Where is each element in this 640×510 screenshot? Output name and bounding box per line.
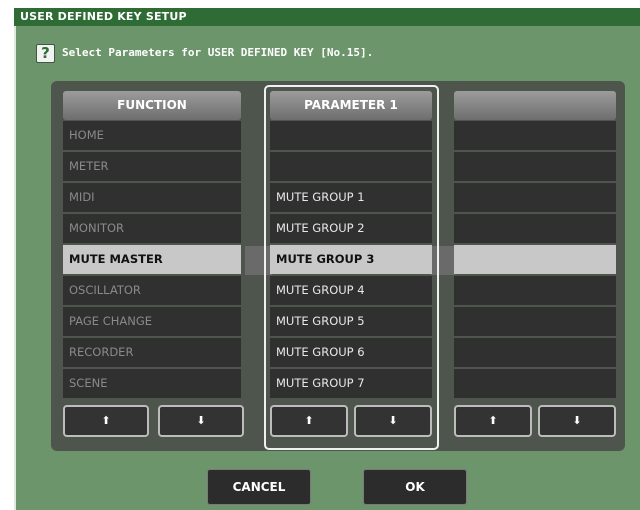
window-title: USER DEFINED KEY SETUP [20, 10, 187, 23]
function-list: HOME METER MIDI MONITOR MUTE MASTER OSCI… [63, 121, 241, 400]
parameter1-item-mute-group-3[interactable]: MUTE GROUP 3 [270, 245, 432, 274]
parameter2-item[interactable] [454, 183, 616, 212]
function-item-oscillator[interactable]: OSCILLATOR [63, 276, 241, 305]
function-item-monitor[interactable]: MONITOR [63, 214, 241, 243]
parameter1-item-mute-group-4[interactable]: MUTE GROUP 4 [270, 276, 432, 305]
parameter1-item-mute-group-6[interactable]: MUTE GROUP 6 [270, 338, 432, 367]
title-bar: USER DEFINED KEY SETUP [14, 8, 640, 26]
instruction-text: Select Parameters for USER DEFINED KEY [… [62, 46, 374, 59]
arrow-up-icon: ⬆ [304, 414, 314, 427]
parameter1-header: PARAMETER 1 [270, 91, 432, 120]
parameter2-item[interactable] [454, 214, 616, 243]
parameter1-item-mute-group-2[interactable]: MUTE GROUP 2 [270, 214, 432, 243]
parameter1-item[interactable] [270, 121, 432, 150]
parameter2-header [454, 91, 616, 120]
parameter2-item-selected[interactable] [454, 245, 616, 274]
arrow-down-icon: ⬇ [196, 414, 206, 427]
parameter2-list [454, 121, 616, 400]
parameter2-scroll-down-button[interactable]: ⬇ [538, 405, 616, 437]
help-question-icon: ? [36, 44, 55, 63]
parameter1-scroll-up-button[interactable]: ⬆ [270, 405, 348, 437]
arrow-down-icon: ⬇ [572, 414, 582, 427]
parameter2-item[interactable] [454, 152, 616, 181]
parameter1-item-mute-group-7[interactable]: MUTE GROUP 7 [270, 369, 432, 398]
parameter1-item-mute-group-5[interactable]: MUTE GROUP 5 [270, 307, 432, 336]
ok-button[interactable]: OK [363, 469, 467, 505]
function-item-page-change[interactable]: PAGE CHANGE [63, 307, 241, 336]
parameter1-item-mute-group-1[interactable]: MUTE GROUP 1 [270, 183, 432, 212]
arrow-down-icon: ⬇ [388, 414, 398, 427]
function-item-midi[interactable]: MIDI [63, 183, 241, 212]
parameter2-scroll-up-button[interactable]: ⬆ [454, 405, 532, 437]
parameter2-item[interactable] [454, 276, 616, 305]
function-scroll-down-button[interactable]: ⬇ [158, 405, 244, 437]
function-scroll-up-button[interactable]: ⬆ [63, 405, 149, 437]
selection-connector [431, 246, 455, 275]
function-item-scene[interactable]: SCENE [63, 369, 241, 398]
parameter1-list: MUTE GROUP 1 MUTE GROUP 2 MUTE GROUP 3 M… [270, 121, 432, 400]
parameter2-item[interactable] [454, 338, 616, 367]
cancel-button[interactable]: CANCEL [207, 469, 311, 505]
arrow-up-icon: ⬆ [101, 414, 111, 427]
window-left-border [14, 26, 16, 510]
function-item-recorder[interactable]: RECORDER [63, 338, 241, 367]
arrow-up-icon: ⬆ [488, 414, 498, 427]
selection-connector [245, 246, 272, 275]
function-header: FUNCTION [63, 91, 241, 120]
function-item-mute-master[interactable]: MUTE MASTER [63, 245, 241, 274]
function-item-home[interactable]: HOME [63, 121, 241, 150]
parameter2-item[interactable] [454, 121, 616, 150]
parameter1-item[interactable] [270, 152, 432, 181]
parameter2-item[interactable] [454, 369, 616, 398]
parameter2-item[interactable] [454, 307, 616, 336]
function-item-meter[interactable]: METER [63, 152, 241, 181]
parameter1-scroll-down-button[interactable]: ⬇ [354, 405, 432, 437]
